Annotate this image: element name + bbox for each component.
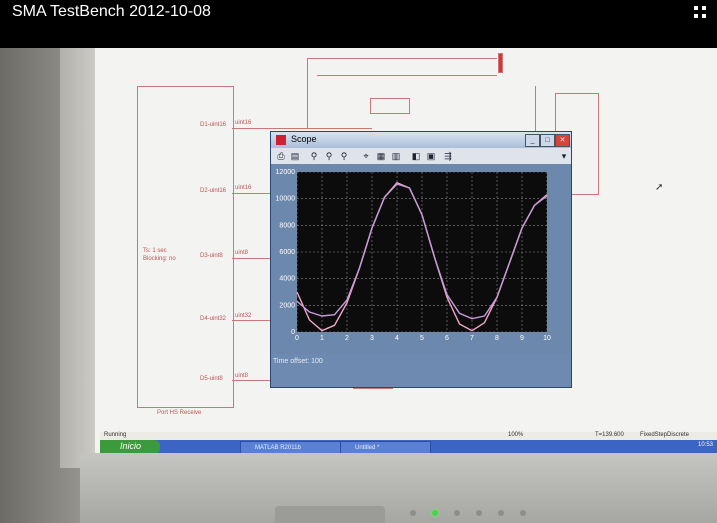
scope-status-bar: Time offset: 100 — [271, 354, 571, 387]
wire-top-2 — [317, 75, 497, 76]
print-icon[interactable]: ⎙ — [276, 151, 286, 161]
signal-type-5: uint8 — [235, 373, 249, 379]
mid-block — [370, 98, 410, 114]
wire-2 — [232, 193, 272, 194]
scope-toolbar: ⎙ ▤ ⚲ ⚲ ⚲ ⌖ ▦ ▥ ◧ ▣ ⇶ ▾ — [271, 148, 571, 164]
scope-window[interactable]: Scope _ □ ✕ ⎙ ▤ ⚲ ⚲ ⚲ ⌖ ▦ ▥ ◧ ▣ ⇶ ▾ 0 1 2 3… — [270, 131, 572, 388]
y-tick-label: 12000 — [276, 169, 296, 176]
power-led — [432, 510, 438, 516]
scope-plot-area: 0 1 2 3 4 5 6 7 8 9 10 0 2000 4000 6000 8000 10000 12000 — [271, 164, 571, 354]
taskbar-item-label: MATLAB R2011b — [255, 445, 301, 451]
x-tick-label: 4 — [395, 335, 399, 342]
receive-block — [137, 86, 234, 408]
x-tick-label: 10 — [543, 335, 551, 342]
float-icon[interactable]: ◧ — [411, 151, 421, 161]
mouse-cursor-icon: ➚ — [655, 182, 664, 193]
video-title-bar: SMA TestBench 2012-10-08 — [0, 0, 717, 48]
sink-block-top — [498, 53, 503, 73]
zoom-icon[interactable]: ⚲ — [309, 151, 319, 161]
time-offset-label: Time offset: — [273, 358, 310, 365]
wire-4 — [232, 320, 272, 321]
monitor-bezel-bottom — [80, 453, 717, 523]
autoscale-icon[interactable]: ⌖ — [361, 151, 371, 161]
signal-type-4: uint32 — [235, 313, 252, 319]
x-tick-label: 5 — [420, 335, 424, 342]
x-tick-label: 9 — [520, 335, 524, 342]
signal-type-1: uint16 — [235, 120, 252, 126]
close-button[interactable]: ✕ — [555, 134, 570, 147]
status-time: T=139.600 — [595, 432, 624, 438]
laptop-hinge — [275, 506, 385, 523]
time-offset-value: 100 — [311, 358, 323, 365]
x-tick-label: 8 — [495, 335, 499, 342]
led-5 — [498, 510, 504, 516]
block-caption: Port HS Receive — [157, 410, 202, 416]
port-label-2: D2-uint16 — [200, 188, 227, 194]
maximize-button[interactable]: □ — [540, 134, 555, 147]
y-tick-label: 6000 — [279, 249, 295, 256]
start-button[interactable]: Inicio — [100, 440, 160, 454]
video-title: SMA TestBench 2012-10-08 — [12, 3, 211, 20]
port-label-4: D4-uint32 — [200, 316, 227, 322]
y-tick-label: 0 — [291, 329, 295, 336]
matlab-app-icon — [276, 135, 286, 145]
scope-title: Scope — [291, 134, 317, 144]
lock-icon[interactable]: ▣ — [426, 151, 436, 161]
status-running: Running — [104, 432, 127, 438]
zoom-x-icon[interactable]: ⚲ — [324, 151, 334, 161]
port-label-1: D1-uint16 — [200, 122, 227, 128]
fullscreen-icon[interactable] — [693, 5, 707, 19]
status-progress: 100% — [508, 432, 524, 438]
wire-1 — [232, 128, 372, 129]
x-tick-label: 2 — [345, 335, 349, 342]
video-frame: Ts: 1 sec Blocking: no Port HS Receive D… — [0, 48, 717, 523]
x-tick-label: 7 — [470, 335, 474, 342]
x-tick-label: 0 — [295, 335, 299, 342]
port-label-3: D3-uint8 — [200, 253, 223, 259]
y-tick-label: 2000 — [279, 302, 295, 309]
x-tick-label: 6 — [445, 335, 449, 342]
save-axes-icon[interactable]: ▦ — [376, 151, 386, 161]
wire-3 — [232, 258, 272, 259]
led-3 — [454, 510, 460, 516]
block-text-1: Ts: 1 sec — [143, 248, 167, 254]
signal-type-3: uint8 — [235, 250, 249, 256]
y-tick-label: 4000 — [279, 276, 295, 283]
status-solver: FixedStepDiscrete — [640, 432, 690, 438]
signal-selection-icon[interactable]: ⇶ — [443, 151, 453, 161]
scope-chart: 0 1 2 3 4 5 6 7 8 9 10 0 2000 4000 6000 8000 10000 12000 — [276, 169, 551, 342]
port-label-5: D5-uint8 — [200, 376, 223, 382]
led-1 — [410, 510, 416, 516]
parameters-icon[interactable]: ▤ — [290, 151, 300, 161]
taskbar-clock: 10:53 — [697, 442, 713, 448]
block-text-2: Blocking: no — [143, 256, 176, 262]
wire-top-1 — [307, 58, 497, 59]
windows-taskbar: Inicio MATLAB R2011b Untitled * 10:53 — [100, 440, 717, 455]
taskbar-item-label: Untitled * — [355, 445, 380, 451]
x-tick-label: 1 — [320, 335, 324, 342]
signal-type-2: uint16 — [235, 185, 252, 191]
dropdown-arrow-icon[interactable]: ▾ — [559, 151, 569, 161]
minimize-button[interactable]: _ — [525, 134, 540, 147]
zoom-y-icon[interactable]: ⚲ — [339, 151, 349, 161]
x-tick-label: 3 — [370, 335, 374, 342]
restore-axes-icon[interactable]: ▥ — [391, 151, 401, 161]
scope-title-bar[interactable]: Scope _ □ ✕ — [271, 132, 571, 148]
led-4 — [476, 510, 482, 516]
wire-top-v — [307, 58, 308, 128]
led-6 — [520, 510, 526, 516]
start-label: Inicio — [120, 441, 142, 451]
y-tick-label: 10000 — [276, 196, 296, 203]
y-tick-label: 8000 — [279, 222, 295, 229]
